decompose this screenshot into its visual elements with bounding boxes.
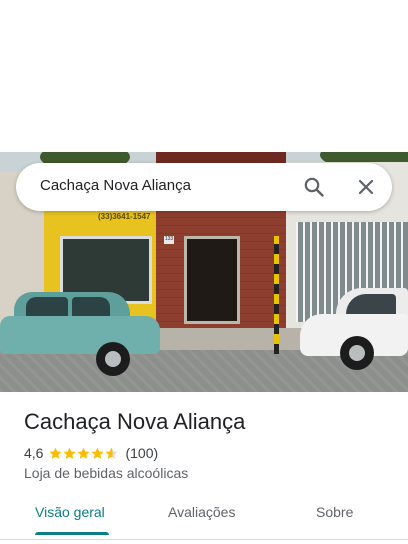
car-window [72,297,110,317]
photo-pole [274,236,279,354]
review-count[interactable]: (100) [125,445,158,461]
photo-car-white [300,284,408,370]
tab-reviews[interactable]: Avaliações [168,504,235,520]
car-body [0,316,160,354]
photo-house-number: 133 [164,236,174,244]
car-wheel [96,342,130,376]
place-title: Cachaça Nova Aliança [24,409,246,434]
star-icon [91,447,104,459]
photo-shop-sign: (33)3641-1547 [98,212,151,221]
rating-row[interactable]: 4,6 (100) [24,444,158,462]
search-bar[interactable]: Cachaça Nova Aliança [16,163,392,211]
star-icon [105,447,118,459]
place-category[interactable]: Loja de bebidas alcoólicas [24,465,188,481]
blank-top-area [0,0,408,152]
photo-shop-door [184,236,240,324]
rating-stars [49,447,119,460]
car-wheel [340,336,374,370]
close-icon[interactable] [354,175,378,199]
photo-car-teal [0,292,162,376]
tabs-divider [0,539,408,540]
active-tab-indicator [35,532,109,535]
place-tabs: Visão geral Avaliações Sobre [0,496,408,536]
tab-overview[interactable]: Visão geral [35,504,105,520]
tab-about[interactable]: Sobre [316,504,353,520]
star-icon [77,447,90,459]
star-icon [63,447,76,459]
car-window [26,297,68,317]
search-icon[interactable] [302,175,326,199]
rating-value: 4,6 [24,445,44,461]
search-input[interactable]: Cachaça Nova Aliança [40,177,191,194]
car-window [346,294,396,314]
star-icon [49,447,62,459]
